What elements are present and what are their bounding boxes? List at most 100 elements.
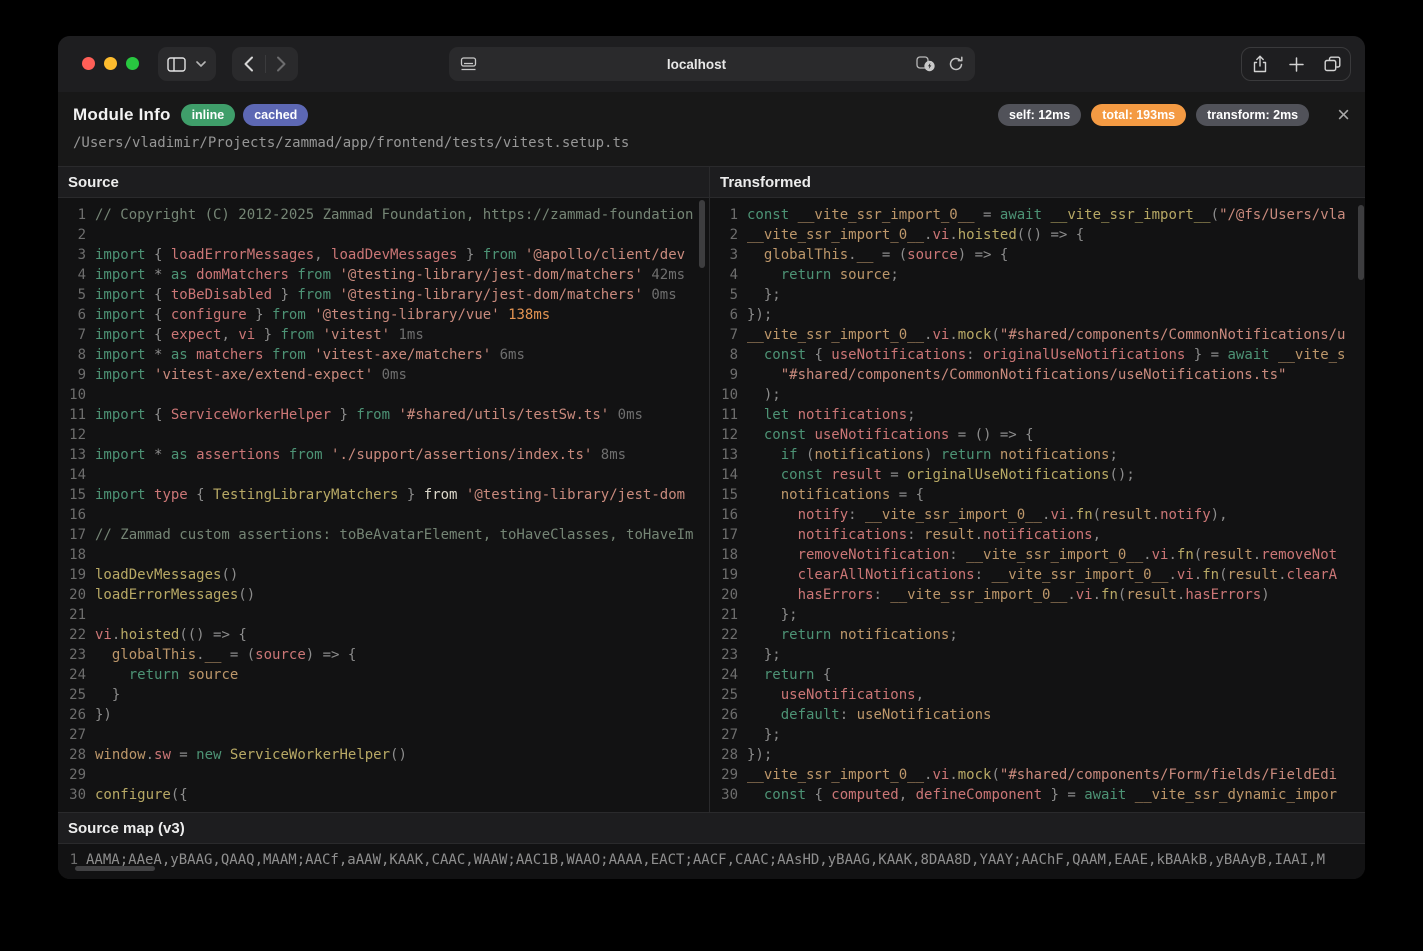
code-line: 24 return { (710, 665, 1365, 685)
reload-icon[interactable] (948, 56, 964, 72)
code-line: 23 }; (710, 645, 1365, 665)
badge: transform: 2ms (1196, 104, 1309, 126)
code-line: 8 const { useNotifications: originalUseN… (710, 345, 1365, 365)
code-line: 11 let notifications; (710, 405, 1365, 425)
code-line: 28}); (710, 745, 1365, 765)
nav-buttons (232, 47, 298, 81)
code-line: 14 const result = originalUseNotificatio… (710, 465, 1365, 485)
badge: cached (243, 104, 308, 126)
code-line: 19loadDevMessages() (58, 565, 709, 585)
window-zoom-button[interactable] (126, 57, 139, 70)
traffic-lights (82, 57, 139, 70)
code-line: 18 (58, 545, 709, 565)
code-line: 21 (58, 605, 709, 625)
code-line: 3 globalThis.__ = (source) => { (710, 245, 1365, 265)
code-line: 19 clearAllNotifications: __vite_ssr_imp… (710, 565, 1365, 585)
code-line: 7import { expect, vi } from 'vitest' 1ms (58, 325, 709, 345)
code-line: 29 (58, 765, 709, 785)
badge: total: 193ms (1091, 104, 1186, 126)
code-line: 16 notify: __vite_ssr_import_0__.vi.fn(r… (710, 505, 1365, 525)
sidebar-toggle-button[interactable] (158, 47, 216, 81)
code-line: 14 (58, 465, 709, 485)
page-format-icon[interactable] (460, 57, 477, 71)
code-line: 3import { loadErrorMessages, loadDevMess… (58, 245, 709, 265)
window-minimize-button[interactable] (104, 57, 117, 70)
code-line: 29__vite_ssr_import_0__.vi.mock("#shared… (710, 765, 1365, 785)
source-code[interactable]: 1// Copyright (C) 2012-2025 Zammad Found… (58, 198, 709, 812)
screenshot-stage: localhost (0, 0, 1423, 951)
code-line: 26}) (58, 705, 709, 725)
window-close-button[interactable] (82, 57, 95, 70)
chevron-down-icon (193, 48, 209, 80)
module-flag-badges: inline cached (181, 104, 309, 126)
code-line: 22 return notifications; (710, 625, 1365, 645)
code-line: 23 globalThis.__ = (source) => { (58, 645, 709, 665)
page-settings-icon[interactable] (916, 56, 936, 72)
code-line: 21 }; (710, 605, 1365, 625)
code-line: 8import * as matchers from 'vitest-axe/m… (58, 345, 709, 365)
code-line: 17 notifications: result.notifications, (710, 525, 1365, 545)
code-line: 26 default: useNotifications (710, 705, 1365, 725)
code-line: 9 "#shared/components/CommonNotification… (710, 365, 1365, 385)
sourcemap-title: Source map (v3) (58, 812, 1365, 844)
source-scrollbar-thumb[interactable] (699, 200, 705, 268)
code-line: 5 }; (710, 285, 1365, 305)
source-panel-title: Source (58, 167, 709, 198)
code-line: 27 (58, 725, 709, 745)
code-line: 6}); (710, 305, 1365, 325)
code-line: 4import * as domMatchers from '@testing-… (58, 265, 709, 285)
code-line: 1// Copyright (C) 2012-2025 Zammad Found… (58, 205, 709, 225)
code-line: 2 (58, 225, 709, 245)
code-line: 25 } (58, 685, 709, 705)
code-line: 12 const useNotifications = () => { (710, 425, 1365, 445)
code-line: 13import * as assertions from './support… (58, 445, 709, 465)
code-line: 6import { configure } from '@testing-lib… (58, 305, 709, 325)
code-line: 20loadErrorMessages() (58, 585, 709, 605)
timing-badges: self: 12ms total: 193ms transform: 2ms (998, 104, 1309, 126)
source-panel: Source 1// Copyright (C) 2012-2025 Zamma… (58, 167, 710, 812)
close-icon[interactable]: × (1337, 106, 1350, 124)
back-button[interactable] (233, 47, 265, 81)
address-bar[interactable]: localhost (449, 47, 975, 81)
sourcemap-section: Source map (v3) 1AAMA;AAeA,yBAAG,QAAQ,MA… (58, 812, 1365, 879)
code-line: 4 return source; (710, 265, 1365, 285)
tab-overview-icon[interactable] (1314, 48, 1350, 80)
sourcemap-hscrollbar-thumb[interactable] (75, 866, 155, 871)
inspect-page: Module Info inlinecached self: 12mstotal… (58, 92, 1365, 879)
code-line: 24 return source (58, 665, 709, 685)
code-line: 11import { ServiceWorkerHelper } from '#… (58, 405, 709, 425)
code-line: 16 (58, 505, 709, 525)
code-line: 30configure({ (58, 785, 709, 805)
code-line: 17// Zammad custom assertions: toBeAvata… (58, 525, 709, 545)
code-line: 30 const { computed, defineComponent } =… (710, 785, 1365, 805)
transformed-code[interactable]: 1const __vite_ssr_import_0__ = await __v… (710, 198, 1365, 812)
sourcemap-code[interactable]: 1AAMA;AAeA,yBAAG,QAAQ,MAAM;AACf,aAAW,KAA… (58, 844, 1365, 870)
module-file-path: /Users/vladimir/Projects/zammad/app/fron… (58, 126, 1365, 151)
url-text[interactable]: localhost (477, 57, 916, 72)
transformed-scrollbar-thumb[interactable] (1358, 205, 1364, 280)
code-line: 15import type { TestingLibraryMatchers }… (58, 485, 709, 505)
code-line: 27 }; (710, 725, 1365, 745)
code-line: 10 ); (710, 385, 1365, 405)
browser-toolbar: localhost (58, 36, 1365, 93)
code-line: 20 hasErrors: __vite_ssr_import_0__.vi.f… (710, 585, 1365, 605)
code-panels: Source 1// Copyright (C) 2012-2025 Zamma… (58, 166, 1365, 812)
code-line: 22vi.hoisted(() => { (58, 625, 709, 645)
new-tab-icon[interactable] (1278, 48, 1314, 80)
code-line: 15 notifications = { (710, 485, 1365, 505)
share-icon[interactable] (1242, 48, 1278, 80)
transformed-panel: Transformed 1const __vite_ssr_import_0__… (710, 167, 1365, 812)
code-line: 1AAMA;AAeA,yBAAG,QAAQ,MAAM;AACf,aAAW,KAA… (58, 850, 1365, 870)
browser-window: localhost (58, 36, 1365, 879)
code-line: 12 (58, 425, 709, 445)
badge: inline (181, 104, 236, 126)
code-line: 25 useNotifications, (710, 685, 1365, 705)
code-line: 5import { toBeDisabled } from '@testing-… (58, 285, 709, 305)
code-line: 28window.sw = new ServiceWorkerHelper() (58, 745, 709, 765)
badge: self: 12ms (998, 104, 1081, 126)
code-line: 18 removeNotification: __vite_ssr_import… (710, 545, 1365, 565)
forward-button[interactable] (266, 47, 298, 81)
code-line: 7__vite_ssr_import_0__.vi.mock("#shared/… (710, 325, 1365, 345)
toolbar-right-cluster (1241, 47, 1351, 81)
code-line: 13 if (notifications) return notificatio… (710, 445, 1365, 465)
